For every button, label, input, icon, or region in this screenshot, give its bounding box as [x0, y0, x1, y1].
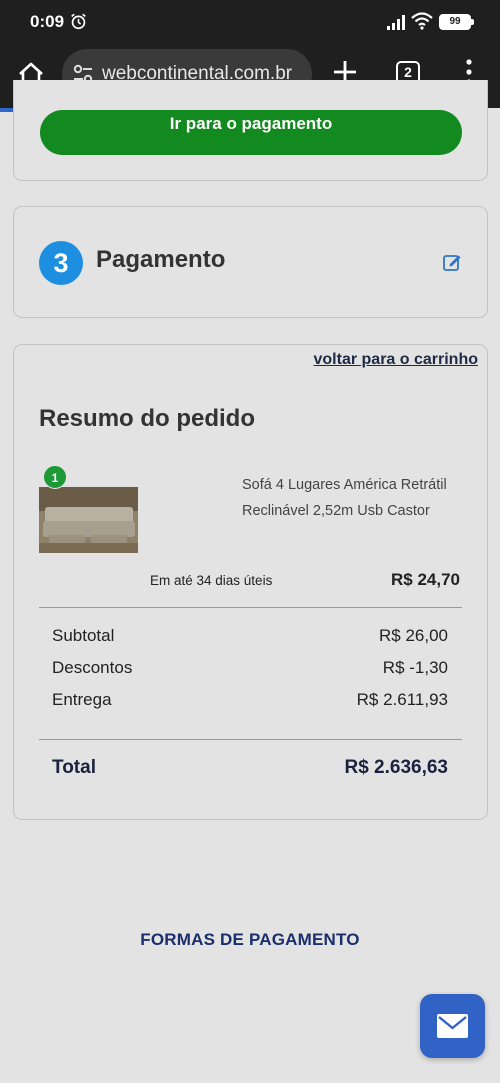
step-title: Pagamento	[96, 246, 226, 273]
subtotal-value: R$ 26,00	[379, 626, 448, 645]
mail-icon	[437, 1014, 468, 1038]
divider	[39, 607, 462, 608]
step-number-badge: 3	[39, 241, 83, 285]
status-bar: 0:09 99	[0, 0, 500, 44]
delivery-estimate: Em até 34 dias úteis	[150, 573, 273, 588]
payment-methods-link[interactable]: FORMAS DE PAGAMENTO	[0, 930, 500, 950]
divider	[39, 739, 462, 740]
shipping-card: Ir para o pagamento	[13, 80, 488, 181]
total-value: R$ 2.636,63	[344, 757, 448, 778]
back-to-cart-link[interactable]: voltar para o carrinho	[314, 351, 479, 369]
discount-label: Descontos	[52, 658, 133, 677]
contact-button[interactable]	[420, 994, 485, 1058]
edit-icon[interactable]	[442, 252, 462, 272]
discount-value: R$ -1,30	[382, 658, 448, 677]
order-summary-card: voltar para o carrinho Resumo do pedido …	[13, 344, 488, 820]
shipping-label: Entrega	[52, 690, 112, 709]
item-price: R$ 24,70	[391, 570, 460, 589]
payment-step-card: 3 Pagamento	[13, 206, 488, 318]
alarm-icon	[71, 13, 86, 30]
go-to-payment-button[interactable]: Ir para o pagamento	[40, 110, 462, 155]
clock: 0:09	[30, 12, 65, 31]
total-label: Total	[52, 757, 96, 778]
battery-icon: 99	[439, 14, 474, 30]
product-image	[39, 487, 138, 553]
shipping-value: R$ 2.611,93	[356, 690, 448, 709]
quantity-badge: 1	[43, 465, 67, 489]
summary-title: Resumo do pedido	[39, 405, 255, 432]
wifi-icon	[411, 12, 433, 30]
product-name: Sofá 4 Lugares América Retrátil Reclináv…	[242, 477, 447, 519]
subtotal-label: Subtotal	[52, 626, 115, 645]
signal-icon	[387, 15, 405, 30]
